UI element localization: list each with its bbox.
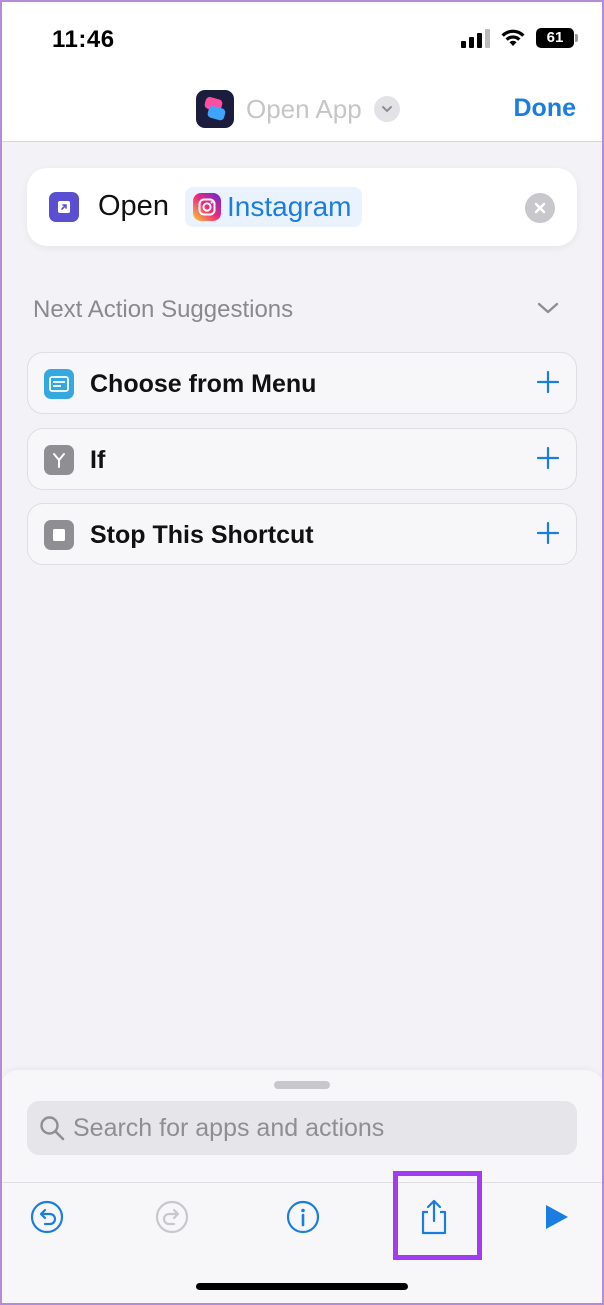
app-parameter-token[interactable]: Instagram (185, 187, 362, 227)
suggestion-label: If (90, 446, 106, 474)
search-input[interactable] (73, 1101, 563, 1155)
branch-icon (44, 445, 74, 475)
wifi-icon (501, 29, 525, 46)
search-icon (40, 1116, 65, 1141)
nav-bar: Open App Done (0, 80, 604, 142)
close-icon (534, 202, 546, 214)
chevron-down-icon (373, 96, 400, 122)
play-icon (546, 1205, 568, 1229)
stop-icon (44, 520, 74, 550)
plus-icon[interactable] (536, 446, 560, 470)
cellular-signal-icon (461, 28, 490, 48)
share-icon (421, 1199, 447, 1235)
share-button[interactable] (414, 1197, 454, 1237)
status-time: 11:46 (52, 26, 115, 53)
suggestion-if[interactable]: If (27, 428, 577, 490)
chevron-down-icon (537, 302, 559, 314)
app-name: Instagram (227, 191, 352, 222)
instagram-icon (193, 193, 221, 221)
suggestion-choose-from-menu[interactable]: Choose from Menu (27, 352, 577, 414)
redo-button[interactable] (152, 1197, 192, 1237)
shortcuts-app-icon (196, 90, 234, 128)
status-bar: 11:46 61 (0, 0, 604, 80)
battery-indicator: 61 (536, 28, 578, 48)
info-icon (286, 1200, 320, 1234)
undo-button[interactable] (27, 1197, 67, 1237)
suggestion-label: Stop This Shortcut (90, 521, 314, 549)
shortcut-title-menu[interactable]: Open App (196, 90, 400, 128)
suggestion-label: Choose from Menu (90, 370, 317, 398)
open-app-icon (49, 192, 79, 222)
run-button[interactable] (536, 1197, 576, 1237)
editor-toolbar (0, 1182, 604, 1252)
sheet-grabber[interactable] (274, 1081, 330, 1089)
status-icons: 61 (461, 28, 578, 48)
suggestions-title: Next Action Suggestions (33, 296, 294, 323)
search-bar[interactable] (27, 1101, 577, 1155)
nav-title: Open App (246, 93, 362, 124)
remove-action-button[interactable] (525, 193, 555, 223)
open-app-action-card[interactable]: Open Instagram (27, 168, 577, 246)
home-indicator (196, 1283, 408, 1290)
suggestion-stop-this-shortcut[interactable]: Stop This Shortcut (27, 503, 577, 565)
redo-icon (155, 1200, 189, 1234)
plus-icon[interactable] (536, 370, 560, 394)
collapse-suggestions-button[interactable] (536, 300, 560, 321)
info-button[interactable] (283, 1197, 323, 1237)
undo-icon (30, 1200, 64, 1234)
menu-icon (44, 369, 74, 399)
action-verb: Open (98, 190, 169, 222)
done-button[interactable]: Done (514, 94, 577, 123)
plus-icon[interactable] (536, 521, 560, 545)
bottom-sheet (0, 1070, 604, 1305)
